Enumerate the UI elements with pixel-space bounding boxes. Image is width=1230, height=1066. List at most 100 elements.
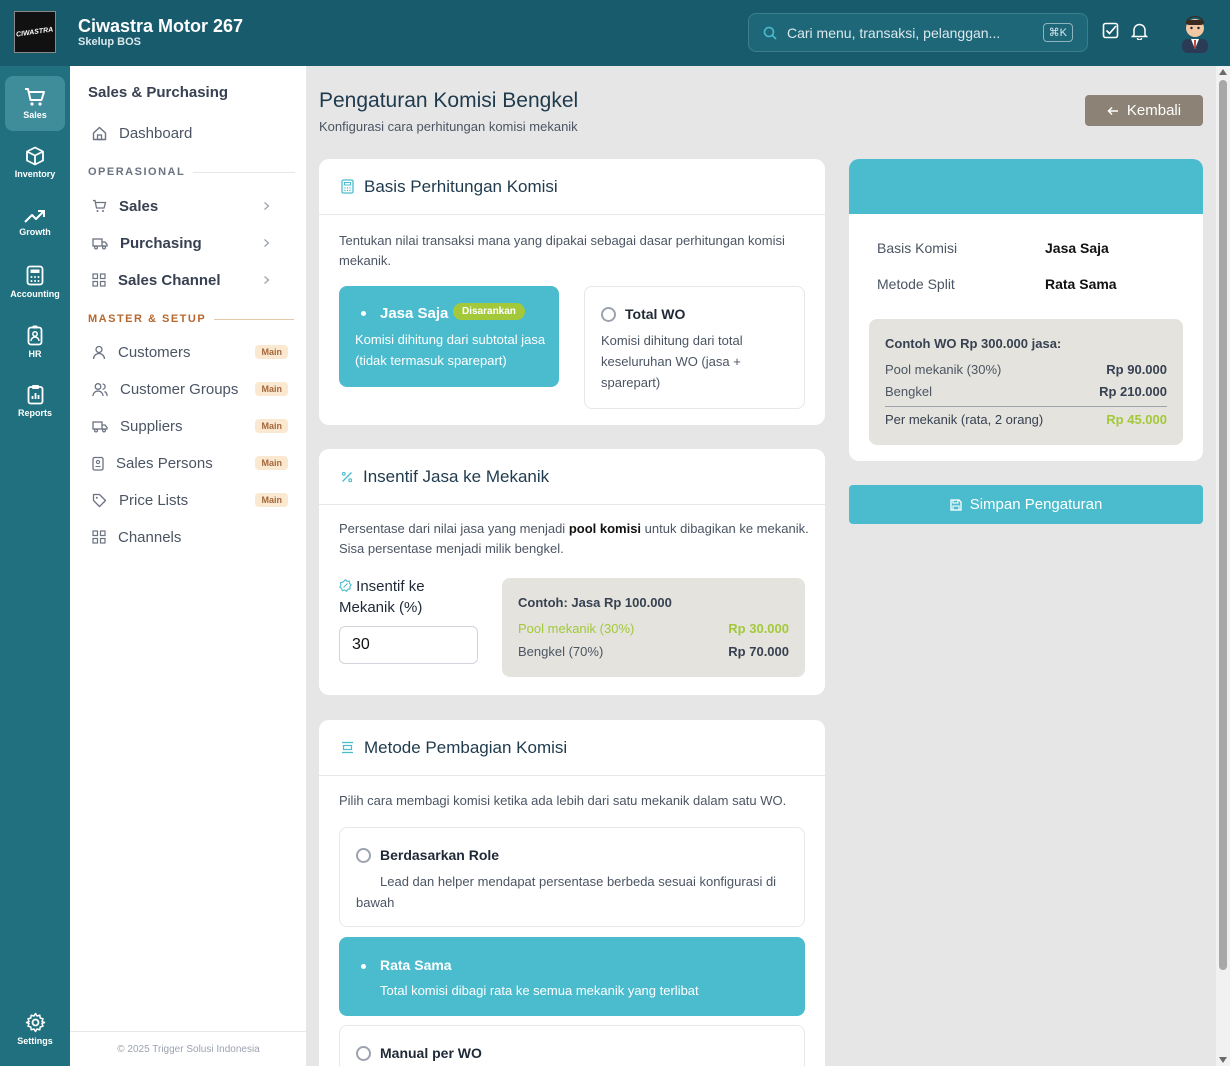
main-badge: Main — [255, 493, 288, 507]
basis-description: Tentukan nilai transaksi mana yang dipak… — [339, 233, 785, 268]
rail-inventory[interactable]: Inventory — [5, 135, 65, 190]
company-name: Ciwastra Motor 267 — [78, 16, 244, 36]
sidebar-item-purchasing[interactable]: Purchasing — [92, 229, 288, 257]
sidebar-item-suppliers[interactable]: Suppliers Main — [92, 412, 288, 440]
sidebar-item-price-lists[interactable]: Price Lists Main — [92, 486, 288, 514]
insentif-field-label: Insentif ke Mekanik (%) — [339, 578, 425, 616]
metode-card: Metode Pembagian Komisi Pilih cara memba… — [319, 720, 825, 1066]
home-icon — [92, 126, 107, 140]
save-button-label: Simpan Pengaturan — [969, 496, 1103, 513]
example-bengkel-value: Rp 70.000 — [728, 644, 789, 659]
sidebar-item-customers[interactable]: Customers Main — [92, 338, 288, 366]
section-master-setup: MASTER & SETUP — [88, 313, 295, 325]
insentif-percent-input[interactable] — [339, 626, 478, 664]
sidebar-item-sales-persons[interactable]: Sales Persons Main — [92, 449, 288, 477]
user-avatar[interactable] — [1178, 13, 1212, 53]
search-shortcut: ⌘K — [1042, 23, 1073, 42]
rail-reports[interactable]: Reports — [5, 373, 65, 428]
module-rail: Sales Inventory Growth Accounting HR Rep… — [0, 66, 70, 1066]
option-description: Lead dan helper mendapat persentase berb… — [356, 874, 777, 910]
company-logo[interactable]: CIWASTRA — [14, 11, 56, 53]
radio-unselected[interactable] — [601, 307, 616, 322]
option-title: Rata Sama — [380, 957, 452, 973]
option-description: Komisi dihitung dari total keseluruhan W… — [601, 333, 743, 390]
summary-basis-label: Basis Komisi — [877, 240, 958, 256]
insentif-description: Persentase dari nilai jasa yang menjadi … — [339, 521, 809, 556]
rail-settings[interactable]: Settings — [5, 1001, 65, 1056]
radio-unselected[interactable] — [356, 1046, 371, 1061]
sidebar-item-label: Dashboard — [119, 124, 193, 142]
sidebar: Sales & Purchasing Dashboard OPERASIONAL… — [70, 66, 307, 1066]
main-badge: Main — [255, 345, 288, 359]
scrollbar[interactable] — [1216, 66, 1230, 1066]
scroll-up-icon[interactable] — [1219, 69, 1227, 75]
basis-card: Basis Perhitungan Komisi Tentukan nilai … — [319, 159, 825, 425]
example-bengkel-label: Bengkel (70%) — [518, 644, 604, 659]
summary-card-header — [849, 159, 1203, 214]
basis-option-total-wo[interactable]: Total WO Komisi dihitung dari total kese… — [584, 286, 805, 409]
trending-up-icon — [24, 210, 45, 223]
sidebar-item-customer-groups[interactable]: Customer Groups Main — [92, 375, 288, 403]
rail-hr[interactable]: HR — [5, 314, 65, 369]
grid-icon — [92, 273, 106, 287]
sidebar-item-dashboard[interactable]: Dashboard — [92, 119, 288, 147]
sidebar-item-label: Sales Persons — [116, 454, 213, 472]
users-icon — [92, 382, 108, 396]
scroll-down-icon[interactable] — [1219, 1057, 1227, 1063]
back-button[interactable]: Kembali — [1085, 95, 1203, 126]
global-search[interactable]: ⌘K — [748, 13, 1088, 52]
rail-sales[interactable]: Sales — [5, 76, 65, 131]
metode-option-rata-sama[interactable]: Rata Sama Total komisi dibagi rata ke se… — [339, 937, 805, 1016]
chevron-right-icon — [264, 202, 270, 210]
sidebar-item-label: Purchasing — [120, 234, 202, 252]
main-badge: Main — [255, 382, 288, 396]
sidebar-item-sales-channel[interactable]: Sales Channel — [92, 266, 288, 294]
scrollbar-thumb[interactable] — [1219, 80, 1227, 970]
sidebar-item-sales[interactable]: Sales — [92, 192, 288, 220]
radio-unselected[interactable] — [356, 848, 371, 863]
rail-label: Growth — [19, 227, 51, 237]
calculator-icon — [26, 265, 44, 285]
tasks-icon[interactable] — [1102, 22, 1119, 39]
rail-label: Accounting — [10, 288, 60, 299]
metode-card-header: Metode Pembagian Komisi — [319, 720, 825, 776]
rail-label: Sales — [23, 110, 47, 120]
sidebar-item-channels[interactable]: Channels — [92, 523, 288, 551]
summary-example-title: Contoh WO Rp 300.000 jasa: — [885, 336, 1062, 351]
cart-icon — [25, 88, 45, 106]
rail-growth[interactable]: Growth — [5, 195, 65, 250]
insentif-heading: Insentif Jasa ke Mekanik — [363, 466, 550, 486]
brand: Ciwastra Motor 267 Skelup BOS — [78, 16, 243, 49]
metode-option-role[interactable]: Berdasarkan Role Lead dan helper mendapa… — [339, 827, 805, 927]
chevron-right-icon — [264, 239, 270, 247]
metode-heading: Metode Pembagian Komisi — [364, 737, 568, 757]
summary-metode-label: Metode Split — [877, 276, 955, 292]
radio-selected-dot — [361, 964, 366, 969]
metode-option-manual[interactable]: Manual per WO — [339, 1025, 805, 1066]
sidebar-item-label: Channels — [118, 528, 182, 546]
calculator-icon — [341, 179, 354, 194]
sidebar-item-label: Price Lists — [119, 491, 189, 509]
rail-label: Reports — [17, 407, 52, 418]
clipboard-icon — [27, 384, 43, 404]
example-pool-value: Rp 30.000 — [728, 621, 789, 636]
bell-icon[interactable] — [1131, 22, 1148, 40]
page-subtitle: Konfigurasi cara perhitungan komisi meka… — [319, 119, 578, 134]
sidebar-item-label: Sales — [119, 197, 159, 215]
option-title: Jasa Saja — [380, 305, 449, 322]
copyright-footer: © 2025 Trigger Solusi Indonesia — [70, 1031, 307, 1066]
arrow-left-icon — [1107, 106, 1118, 115]
search-input[interactable] — [787, 24, 1027, 41]
company-subtitle: Skelup BOS — [78, 36, 141, 48]
section-operasional: OPERASIONAL — [88, 166, 296, 178]
summary-card: Basis Komisi Jasa Saja Metode Split Rata… — [849, 159, 1203, 461]
option-title: Berdasarkan Role — [380, 847, 500, 863]
summary-pool-value: Rp 90.000 — [1106, 362, 1167, 377]
metode-description: Pilih cara membagi komisi ketika ada leb… — [339, 793, 787, 808]
percent-badge-icon — [339, 579, 352, 592]
save-button[interactable]: Simpan Pengaturan — [849, 485, 1203, 524]
basis-option-jasa-saja[interactable]: Jasa Saja Disarankan Komisi dihitung dar… — [339, 286, 559, 387]
rail-accounting[interactable]: Accounting — [5, 254, 65, 309]
summary-bengkel-label: Bengkel — [885, 384, 932, 399]
summary-metode-value: Rata Sama — [1045, 276, 1117, 292]
